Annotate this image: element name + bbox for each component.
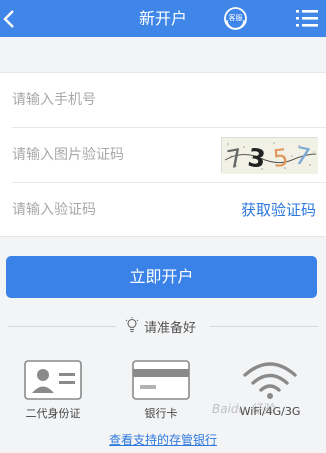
svg-text:5: 5 [272, 143, 290, 172]
watermark: Baidu 经验 [212, 402, 274, 416]
phone-row [0, 73, 326, 128]
captcha-row: 7 3 5 7 [0, 128, 326, 183]
requirement-bank-card: 银行卡 [116, 360, 206, 421]
requirement-id-card: 二代身份证 [8, 360, 98, 421]
requirement-label: 银行卡 [144, 407, 178, 420]
image-captcha-input[interactable] [12, 143, 212, 167]
registration-form: 7 3 5 7 获取验证码 [0, 72, 326, 237]
sms-code-row: 获取验证码 [0, 183, 326, 238]
id-card-icon [24, 360, 82, 400]
header-bar: 新开户 客服 [0, 0, 326, 37]
wifi-icon [243, 362, 297, 399]
open-account-button[interactable]: 立即开户 [6, 256, 317, 298]
page-title: 新开户 [138, 9, 187, 28]
sms-code-input[interactable] [12, 198, 212, 222]
supported-banks-link[interactable]: 查看支持的存管银行 [0, 431, 326, 448]
divider-left [8, 326, 116, 327]
bank-card-icon [132, 360, 190, 400]
menu-list-icon[interactable] [296, 8, 318, 28]
phone-input[interactable] [12, 88, 212, 112]
customer-service-label: 客服 [228, 14, 243, 22]
get-code-button[interactable]: 获取验证码 [241, 199, 316, 220]
prepare-label: 请准备好 [144, 321, 197, 336]
lightbulb-icon [125, 317, 139, 333]
divider-right [210, 326, 318, 327]
requirement-label: 二代身份证 [25, 407, 81, 420]
customer-service-icon[interactable]: 客服 [223, 6, 248, 31]
captcha-image[interactable]: 7 3 5 7 [221, 137, 318, 174]
